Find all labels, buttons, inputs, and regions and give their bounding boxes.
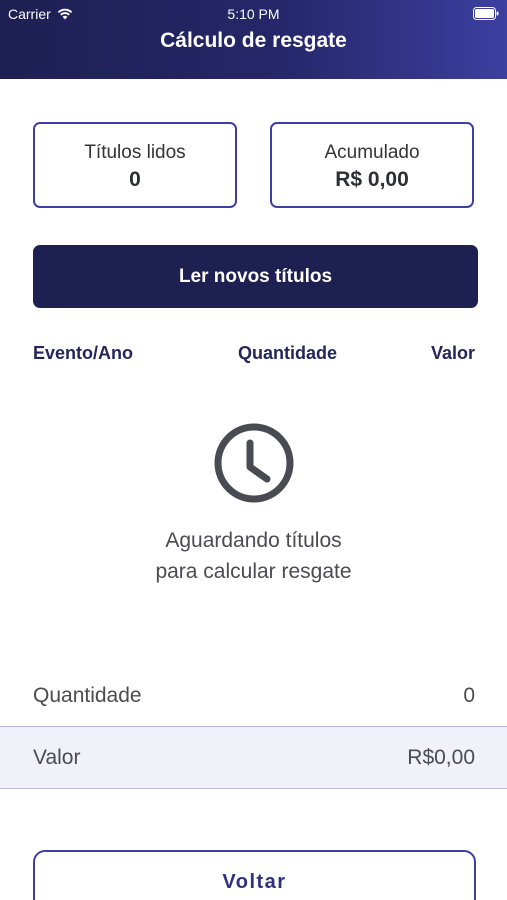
column-header-quantity: Quantidade bbox=[238, 343, 338, 363]
summary-value-row: Valor R$0,00 bbox=[0, 726, 507, 789]
battery-icon bbox=[473, 7, 499, 20]
status-time: 5:10 PM bbox=[227, 6, 280, 22]
page-title: Cálculo de resgate bbox=[160, 29, 347, 52]
summary-value-value: R$0,00 bbox=[407, 745, 475, 769]
empty-state-message: Aguardando títulos para calcular resgate bbox=[0, 525, 507, 587]
summary-quantity-row: Quantidade 0 bbox=[0, 664, 507, 727]
summary-value-label: Valor bbox=[33, 745, 81, 769]
column-header-value: Valor bbox=[430, 343, 475, 363]
accumulated-card: Acumulado R$ 0,00 bbox=[270, 122, 474, 208]
status-bar: Carrier 5:10 PM bbox=[0, 0, 507, 28]
column-header-event-year: Evento/Ano bbox=[33, 343, 134, 363]
empty-state-line-1: Aguardando títulos bbox=[165, 529, 342, 552]
titles-read-value: 0 bbox=[129, 168, 141, 191]
read-new-titles-button[interactable]: Ler novos títulos bbox=[33, 245, 478, 308]
summary-quantity-label: Quantidade bbox=[33, 683, 142, 707]
accumulated-value: R$ 0,00 bbox=[335, 168, 409, 191]
back-button[interactable]: Voltar bbox=[33, 850, 476, 900]
empty-state-line-2: para calcular resgate bbox=[155, 560, 352, 583]
app-header: Carrier 5:10 PM Cálculo de resgate bbox=[0, 0, 507, 79]
accumulated-label: Acumulado bbox=[324, 142, 420, 163]
summary-quantity-value: 0 bbox=[463, 683, 475, 707]
clock-icon bbox=[214, 423, 294, 503]
titles-read-card: Títulos lidos 0 bbox=[33, 122, 237, 208]
titles-read-label: Títulos lidos bbox=[84, 142, 186, 163]
